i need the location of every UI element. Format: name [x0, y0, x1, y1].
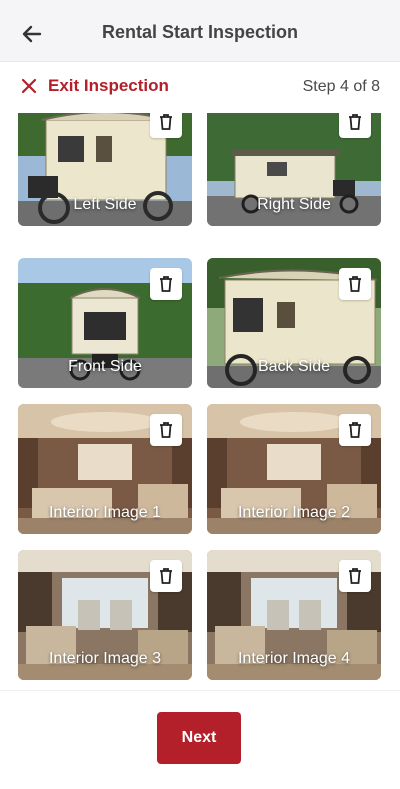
photo-label: Interior Image 3: [48, 650, 162, 667]
photo-label: Back Side: [257, 358, 331, 375]
app-header: Rental Start Inspection: [0, 0, 400, 62]
exit-inspection-label: Exit Inspection: [48, 76, 169, 95]
trash-icon: [160, 114, 172, 130]
delete-interior-1-button[interactable]: [150, 414, 182, 446]
delete-back-side-button[interactable]: [339, 268, 371, 300]
delete-interior-3-button[interactable]: [150, 560, 182, 592]
trash-icon: [349, 276, 361, 292]
exit-inspection-button[interactable]: Exit Inspection: [20, 76, 169, 96]
photo-card-interior-3[interactable]: Interior Image 3: [18, 550, 192, 680]
photo-label: Right Side: [257, 196, 331, 213]
trash-icon: [160, 422, 172, 438]
close-icon: [21, 78, 37, 94]
photo-card-interior-1[interactable]: Interior Image 1: [18, 404, 192, 534]
photo-label: Left Side: [73, 196, 137, 213]
photo-label: Interior Image 2: [237, 504, 351, 521]
photo-grid: Left Side Right Side Front Side Back Sid…: [18, 113, 382, 683]
trash-icon: [349, 422, 361, 438]
page-title: Rental Start Inspection: [101, 22, 299, 42]
photo-label: Interior Image 4: [237, 650, 351, 667]
delete-front-side-button[interactable]: [150, 268, 182, 300]
trash-icon: [160, 568, 172, 584]
photo-card-interior-2[interactable]: Interior Image 2: [207, 404, 381, 534]
photo-card-front-side[interactable]: Front Side: [18, 258, 192, 388]
photo-card-interior-4[interactable]: Interior Image 4: [207, 550, 381, 680]
trash-icon: [349, 568, 361, 584]
step-indicator: Step 4 of 8: [302, 78, 380, 95]
next-button[interactable]: Next: [157, 712, 241, 764]
delete-interior-2-button[interactable]: [339, 414, 371, 446]
trash-icon: [160, 276, 172, 292]
photo-card-left-side[interactable]: Left Side: [18, 113, 192, 226]
footer: Next: [0, 690, 400, 789]
delete-right-side-button[interactable]: [339, 113, 371, 138]
delete-left-side-button[interactable]: [150, 113, 182, 138]
photo-card-back-side[interactable]: Back Side: [207, 258, 381, 388]
inspection-bar: Exit Inspection Step 4 of 8: [0, 62, 400, 112]
trash-icon: [349, 114, 361, 130]
photo-card-right-side[interactable]: Right Side: [207, 113, 381, 226]
photo-label: Front Side: [68, 358, 142, 375]
photo-label: Interior Image 1: [48, 504, 162, 521]
delete-interior-4-button[interactable]: [339, 560, 371, 592]
